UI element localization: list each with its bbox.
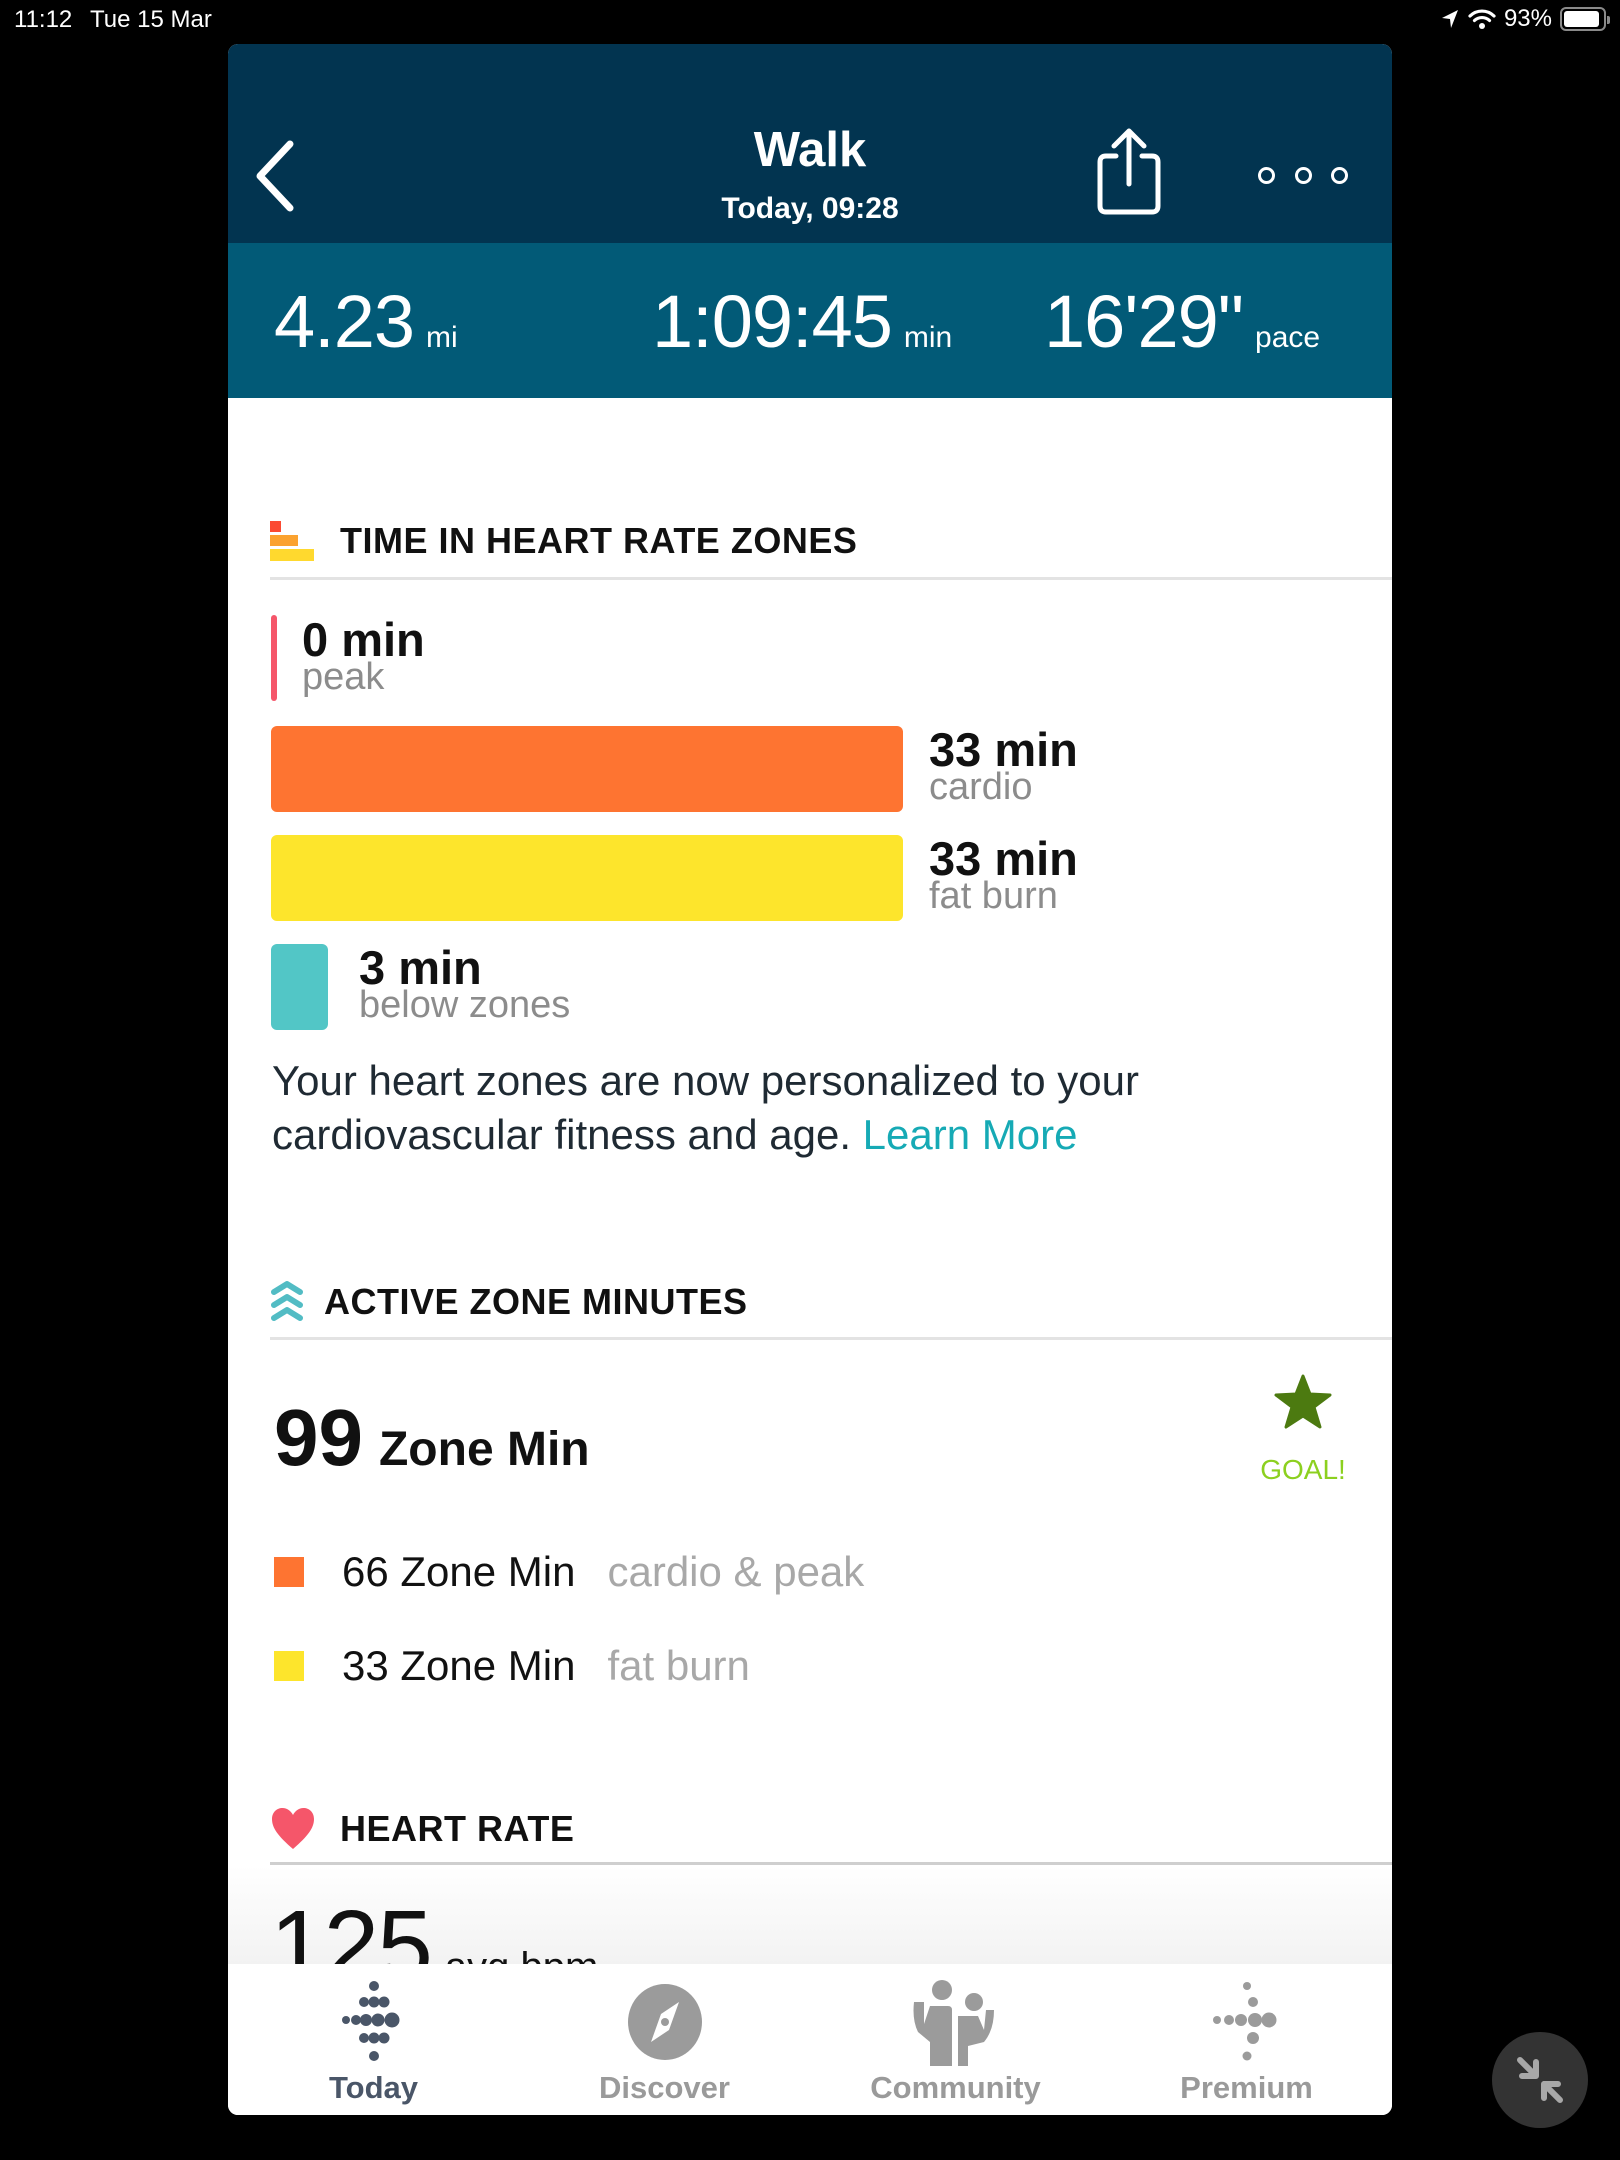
zone-bar-peak [271,615,277,701]
cardio-peak-swatch [274,1557,304,1587]
learn-more-link[interactable]: Learn More [863,1111,1078,1158]
wifi-icon [1468,9,1496,29]
premium-dots-icon [1212,1982,1276,2061]
workout-detail-card: Walk Today, 09:28 4.23 mi 1:09:45 min 16… [228,44,1392,2115]
section-title: ACTIVE ZONE MINUTES [324,1281,748,1322]
status-indicators: 93% [1440,5,1610,33]
bottom-tab-bar: Today Discover Community Premium [228,1964,1392,2115]
duration-unit: min [903,321,953,354]
stat-duration: 1:09:45 min [652,279,952,364]
goal-badge: GOAL! [1260,1454,1346,1485]
pace-value: 16'29" [1044,280,1244,363]
azm-breakdown-row: 66 Zone Min cardio & peak [274,1548,864,1596]
zone-bar-cardio [271,726,903,812]
tab-label: Today [329,2070,418,2105]
divider [270,1337,1392,1340]
azm-total-value: 99 [274,1393,363,1482]
more-dots-icon [1258,166,1275,184]
collapse-arrows-icon [1517,2057,1563,2103]
star-icon [1274,1374,1332,1429]
distance-unit: mi [426,321,458,354]
more-dots-icon [1294,166,1312,184]
community-people-icon [913,1980,994,2066]
distance-value: 4.23 [274,280,415,363]
stat-distance: 4.23 mi [274,279,458,364]
heart-icon [272,1808,314,1849]
status-bar: 11:12 Tue 15 Mar 93% [0,0,1620,40]
azm-breakdown-value: 66 Zone Min [342,1548,576,1595]
stat-pace: 16'29" pace [1044,279,1320,364]
azm-breakdown-label: fat burn [607,1642,750,1689]
tab-premium[interactable]: Premium [1101,1964,1392,2115]
battery-icon [1560,7,1610,31]
page-title: Walk [753,123,867,177]
collapse-button[interactable] [1492,2032,1588,2128]
workout-datetime: Today, 09:28 [721,192,899,225]
location-arrow-icon [1441,10,1458,28]
azm-breakdown-label: cardio & peak [607,1548,865,1595]
divider [270,1862,1392,1865]
fat-burn-swatch [274,1651,304,1681]
status-time: 11:12 [14,6,73,33]
more-dots-icon [1331,166,1348,184]
section-heart-rate-zones: TIME IN HEART RATE ZONES [270,520,857,562]
azm-breakdown-row: 33 Zone Min fat burn [274,1642,750,1690]
tab-today[interactable]: Today [228,1964,519,2115]
section-active-zone-minutes: ACTIVE ZONE MINUTES [270,1280,748,1324]
section-heart-rate: HEART RATE [270,1806,574,1852]
divider [270,577,1392,580]
section-title: HEART RATE [340,1808,575,1849]
section-title: TIME IN HEART RATE ZONES [340,520,858,561]
battery-percent: 93% [1503,5,1552,32]
header-bar: Walk Today, 09:28 [228,44,1392,243]
azm-total-unit: Zone Min [378,1423,590,1476]
tab-label: Community [870,2070,1041,2105]
active-zone-minutes-icon [271,1281,303,1321]
zone-bar-below-zones [271,944,328,1030]
zone-label-fat-burn: fat burn [929,875,1058,917]
azm-total: 99 Zone Min [274,1392,590,1484]
fitbit-dots-icon [341,1981,399,2061]
zone-label-below-zones: below zones [359,984,571,1026]
workout-stats: 4.23 mi 1:09:45 min 16'29" pace [228,243,1392,398]
zone-label-cardio: cardio [929,766,1033,808]
zone-label-peak: peak [302,656,385,698]
tab-community[interactable]: Community [810,1964,1101,2115]
battery-level [1564,11,1600,27]
azm-breakdown-value: 33 Zone Min [342,1642,576,1689]
tab-discover[interactable]: Discover [519,1964,810,2115]
status-date: Tue 15 Mar [90,6,212,33]
more-options-button[interactable] [1258,160,1348,190]
heart-rate-zones-icon [270,521,314,561]
pace-unit: pace [1255,321,1321,354]
share-button[interactable] [1094,126,1164,218]
tab-label: Discover [599,2070,730,2105]
zone-bar-fat-burn [271,835,903,921]
tab-label: Premium [1180,2070,1313,2105]
compass-icon [627,1984,702,2060]
zones-info-text: Your heart zones are now personalized to… [272,1054,1332,1162]
duration-value: 1:09:45 [652,280,893,363]
